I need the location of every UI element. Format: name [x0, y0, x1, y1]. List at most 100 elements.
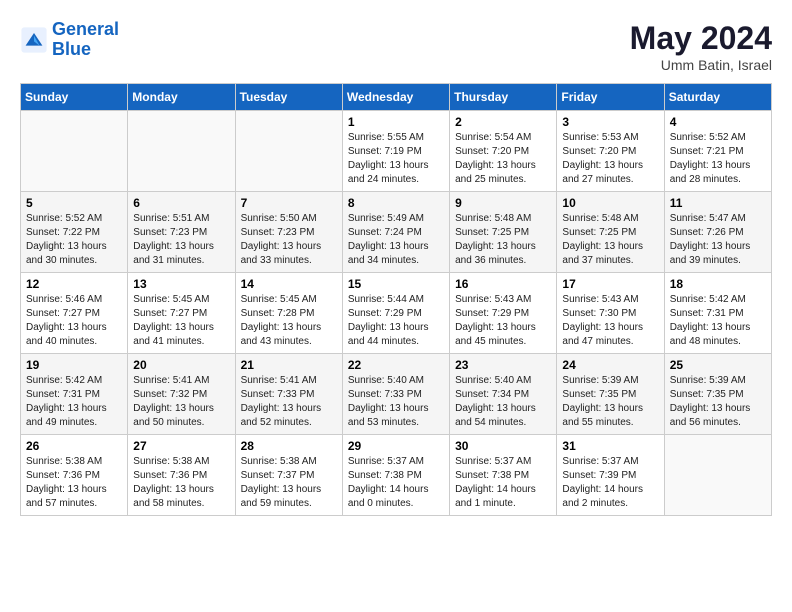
day-info: Sunrise: 5:49 AM Sunset: 7:24 PM Dayligh… — [348, 212, 444, 268]
day-number: 26 — [26, 439, 122, 453]
day-info: Sunrise: 5:39 AM Sunset: 7:35 PM Dayligh… — [562, 374, 658, 430]
weekday-header-tuesday: Tuesday — [235, 84, 342, 111]
calendar-empty-cell — [664, 435, 771, 516]
day-info: Sunrise: 5:45 AM Sunset: 7:28 PM Dayligh… — [241, 293, 337, 349]
calendar-day-5: 5 Sunrise: 5:52 AM Sunset: 7:22 PM Daylig… — [21, 192, 128, 273]
calendar-day-18: 18 Sunrise: 5:42 AM Sunset: 7:31 PM Dayli… — [664, 273, 771, 354]
calendar-day-8: 8 Sunrise: 5:49 AM Sunset: 7:24 PM Daylig… — [342, 192, 449, 273]
day-number: 30 — [455, 439, 551, 453]
calendar-day-1: 1 Sunrise: 5:55 AM Sunset: 7:19 PM Daylig… — [342, 111, 449, 192]
day-info: Sunrise: 5:38 AM Sunset: 7:36 PM Dayligh… — [26, 455, 122, 511]
day-number: 31 — [562, 439, 658, 453]
calendar-day-3: 3 Sunrise: 5:53 AM Sunset: 7:20 PM Daylig… — [557, 111, 664, 192]
weekday-header-thursday: Thursday — [450, 84, 557, 111]
calendar-day-13: 13 Sunrise: 5:45 AM Sunset: 7:27 PM Dayli… — [128, 273, 235, 354]
weekday-header-saturday: Saturday — [664, 84, 771, 111]
day-info: Sunrise: 5:47 AM Sunset: 7:26 PM Dayligh… — [670, 212, 766, 268]
logo: General Blue — [20, 20, 119, 60]
day-info: Sunrise: 5:43 AM Sunset: 7:29 PM Dayligh… — [455, 293, 551, 349]
calendar-day-2: 2Sunrise: 5:54 AM Sunset: 7:20 PM Daylig… — [450, 111, 557, 192]
logo-line2: Blue — [52, 39, 91, 59]
weekday-header-friday: Friday — [557, 84, 664, 111]
day-number: 9 — [455, 196, 551, 210]
day-info: Sunrise: 5:50 AM Sunset: 7:23 PM Dayligh… — [241, 212, 337, 268]
calendar-day-22: 22Sunrise: 5:40 AM Sunset: 7:33 PM Dayli… — [342, 354, 449, 435]
day-number: 10 — [562, 196, 658, 210]
calendar-day-16: 16 Sunrise: 5:43 AM Sunset: 7:29 PM Dayli… — [450, 273, 557, 354]
day-info: Sunrise: 5:38 AM Sunset: 7:36 PM Dayligh… — [133, 455, 229, 511]
day-number: 29 — [348, 439, 444, 453]
calendar-day-25: 25Sunrise: 5:39 AM Sunset: 7:35 PM Dayli… — [664, 354, 771, 435]
calendar-day-20: 20Sunrise: 5:41 AM Sunset: 7:32 PM Dayli… — [128, 354, 235, 435]
day-number: 13 — [133, 277, 229, 291]
day-number: 7 — [241, 196, 337, 210]
weekday-header-wednesday: Wednesday — [342, 84, 449, 111]
day-number: 21 — [241, 358, 337, 372]
location: Umm Batin, Israel — [630, 57, 772, 73]
day-number: 8 — [348, 196, 444, 210]
day-number: 18 — [670, 277, 766, 291]
title-block: May 2024 Umm Batin, Israel — [630, 20, 772, 73]
day-info: Sunrise: 5:43 AM Sunset: 7:30 PM Dayligh… — [562, 293, 658, 349]
day-info: Sunrise: 5:52 AM Sunset: 7:22 PM Dayligh… — [26, 212, 122, 268]
day-info: Sunrise: 5:46 AM Sunset: 7:27 PM Dayligh… — [26, 293, 122, 349]
day-number: 23 — [455, 358, 551, 372]
day-info: Sunrise: 5:55 AM Sunset: 7:19 PM Dayligh… — [348, 131, 444, 187]
day-number: 27 — [133, 439, 229, 453]
day-info: Sunrise: 5:37 AM Sunset: 7:38 PM Dayligh… — [455, 455, 551, 511]
calendar-week-3: 12Sunrise: 5:46 AM Sunset: 7:27 PM Dayli… — [21, 273, 772, 354]
calendar-day-17: 17Sunrise: 5:43 AM Sunset: 7:30 PM Dayli… — [557, 273, 664, 354]
calendar-day-23: 23 Sunrise: 5:40 AM Sunset: 7:34 PM Dayli… — [450, 354, 557, 435]
day-number: 3 — [562, 115, 658, 129]
weekday-header-monday: Monday — [128, 84, 235, 111]
calendar-day-12: 12Sunrise: 5:46 AM Sunset: 7:27 PM Dayli… — [21, 273, 128, 354]
day-number: 14 — [241, 277, 337, 291]
calendar-week-2: 5 Sunrise: 5:52 AM Sunset: 7:22 PM Daylig… — [21, 192, 772, 273]
calendar-empty-cell — [21, 111, 128, 192]
calendar-week-4: 19Sunrise: 5:42 AM Sunset: 7:31 PM Dayli… — [21, 354, 772, 435]
day-info: Sunrise: 5:42 AM Sunset: 7:31 PM Dayligh… — [670, 293, 766, 349]
day-info: Sunrise: 5:41 AM Sunset: 7:33 PM Dayligh… — [241, 374, 337, 430]
day-number: 16 — [455, 277, 551, 291]
day-number: 15 — [348, 277, 444, 291]
day-info: Sunrise: 5:45 AM Sunset: 7:27 PM Dayligh… — [133, 293, 229, 349]
calendar-day-4: 4Sunrise: 5:52 AM Sunset: 7:21 PM Daylig… — [664, 111, 771, 192]
day-info: Sunrise: 5:53 AM Sunset: 7:20 PM Dayligh… — [562, 131, 658, 187]
calendar-day-29: 29 Sunrise: 5:37 AM Sunset: 7:38 PM Dayli… — [342, 435, 449, 516]
day-info: Sunrise: 5:38 AM Sunset: 7:37 PM Dayligh… — [241, 455, 337, 511]
day-number: 11 — [670, 196, 766, 210]
day-info: Sunrise: 5:51 AM Sunset: 7:23 PM Dayligh… — [133, 212, 229, 268]
day-info: Sunrise: 5:40 AM Sunset: 7:34 PM Dayligh… — [455, 374, 551, 430]
day-number: 1 — [348, 115, 444, 129]
logo-line1: General — [52, 19, 119, 39]
month-title: May 2024 — [630, 20, 772, 57]
calendar-empty-cell — [128, 111, 235, 192]
calendar-day-24: 24Sunrise: 5:39 AM Sunset: 7:35 PM Dayli… — [557, 354, 664, 435]
day-info: Sunrise: 5:52 AM Sunset: 7:21 PM Dayligh… — [670, 131, 766, 187]
calendar-week-5: 26 Sunrise: 5:38 AM Sunset: 7:36 PM Dayli… — [21, 435, 772, 516]
day-number: 5 — [26, 196, 122, 210]
day-number: 6 — [133, 196, 229, 210]
calendar-day-7: 7 Sunrise: 5:50 AM Sunset: 7:23 PM Daylig… — [235, 192, 342, 273]
day-info: Sunrise: 5:48 AM Sunset: 7:25 PM Dayligh… — [455, 212, 551, 268]
calendar-day-27: 27 Sunrise: 5:38 AM Sunset: 7:36 PM Dayli… — [128, 435, 235, 516]
page-header: General Blue May 2024 Umm Batin, Israel — [20, 20, 772, 73]
day-info: Sunrise: 5:54 AM Sunset: 7:20 PM Dayligh… — [455, 131, 551, 187]
day-info: Sunrise: 5:37 AM Sunset: 7:38 PM Dayligh… — [348, 455, 444, 511]
calendar-week-1: 1 Sunrise: 5:55 AM Sunset: 7:19 PM Daylig… — [21, 111, 772, 192]
calendar-day-15: 15 Sunrise: 5:44 AM Sunset: 7:29 PM Dayli… — [342, 273, 449, 354]
day-number: 20 — [133, 358, 229, 372]
calendar-day-9: 9 Sunrise: 5:48 AM Sunset: 7:25 PM Daylig… — [450, 192, 557, 273]
weekday-header-row: SundayMondayTuesdayWednesdayThursdayFrid… — [21, 84, 772, 111]
weekday-header-sunday: Sunday — [21, 84, 128, 111]
logo-icon — [20, 26, 48, 54]
day-info: Sunrise: 5:44 AM Sunset: 7:29 PM Dayligh… — [348, 293, 444, 349]
calendar-day-21: 21 Sunrise: 5:41 AM Sunset: 7:33 PM Dayli… — [235, 354, 342, 435]
day-number: 19 — [26, 358, 122, 372]
day-number: 22 — [348, 358, 444, 372]
calendar-day-30: 30 Sunrise: 5:37 AM Sunset: 7:38 PM Dayli… — [450, 435, 557, 516]
calendar-day-31: 31Sunrise: 5:37 AM Sunset: 7:39 PM Dayli… — [557, 435, 664, 516]
calendar-day-28: 28 Sunrise: 5:38 AM Sunset: 7:37 PM Dayli… — [235, 435, 342, 516]
logo-text: General Blue — [52, 20, 119, 60]
day-number: 28 — [241, 439, 337, 453]
